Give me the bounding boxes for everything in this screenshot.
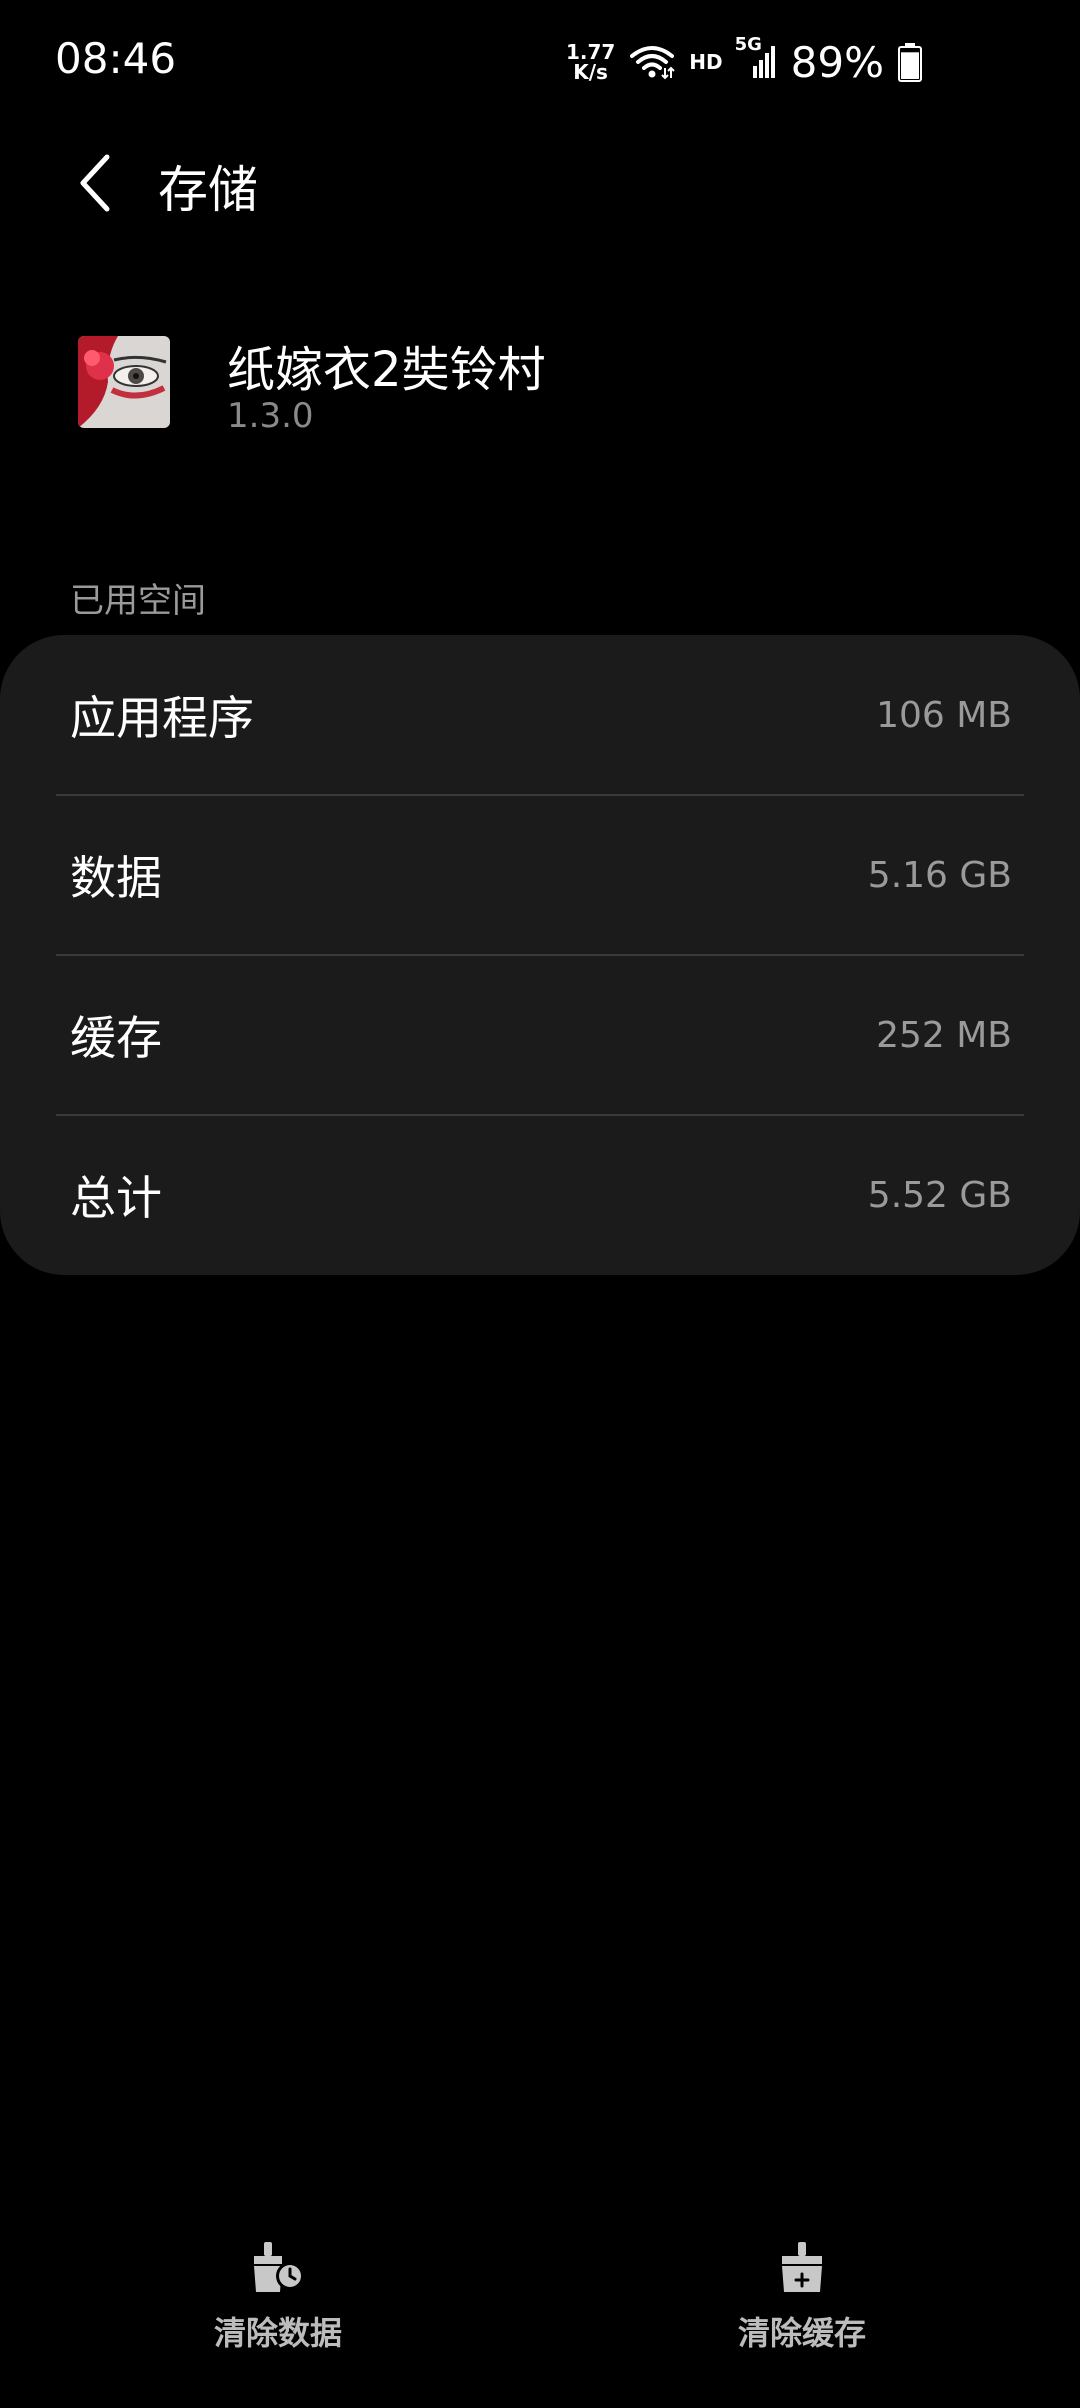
app-version: 1.3.0 (227, 396, 314, 436)
storage-row-value: 5.16 GB (867, 854, 1012, 896)
app-name: 纸嫁衣2奘铃村 (227, 342, 546, 398)
storage-row-data: 数据 5.16 GB (0, 795, 1080, 955)
storage-row-label: 总计 (70, 1171, 162, 1225)
status-time: 08:46 (55, 34, 177, 83)
broom-clock-icon (254, 2242, 304, 2292)
storage-row-label: 缓存 (70, 1011, 162, 1065)
clear-data-label: 清除数据 (213, 2314, 342, 2352)
clear-cache-label: 清除缓存 (737, 2314, 866, 2352)
app-icon (78, 336, 170, 428)
storage-row-value: 5.52 GB (867, 1174, 1012, 1216)
status-bar: 08:46 1.77 K/s HD 5G 89% (0, 0, 1080, 120)
bottom-action-bar: 清除数据 清除缓存 (0, 2240, 1080, 2400)
storage-row-cache: 缓存 252 MB (0, 955, 1080, 1115)
network-speed-unit: K/s (573, 60, 608, 84)
back-button[interactable] (60, 148, 130, 218)
storage-row-label: 数据 (70, 851, 162, 905)
network-speed: 1.77 K/s (566, 42, 615, 82)
storage-row-total: 总计 5.52 GB (0, 1115, 1080, 1275)
clear-data-button[interactable]: 清除数据 (128, 2240, 428, 2390)
app-bar: 存储 (0, 130, 1080, 240)
hd-label: HD (689, 50, 723, 74)
storage-row-value: 106 MB (876, 694, 1012, 736)
network-type-label: 5G (734, 34, 762, 55)
wifi-icon (629, 44, 676, 80)
battery-icon (898, 42, 922, 82)
app-header: 纸嫁衣2奘铃村 1.3.0 (0, 320, 1080, 460)
storage-card: 应用程序 106 MB 数据 5.16 GB 缓存 252 MB 总计 5.52… (0, 635, 1080, 1275)
used-space-section-label: 已用空间 (70, 581, 206, 621)
battery-percent: 89% (790, 37, 884, 87)
storage-row-app: 应用程序 106 MB (0, 635, 1080, 795)
clear-cache-button[interactable]: 清除缓存 (652, 2240, 952, 2390)
broom-plus-icon (782, 2242, 822, 2292)
storage-row-label: 应用程序 (70, 691, 254, 745)
chevron-left-icon (80, 154, 110, 212)
signal-icon: 5G (735, 34, 777, 82)
status-icons: 1.77 K/s HD 5G 89% (566, 32, 922, 92)
storage-row-value: 252 MB (876, 1014, 1012, 1056)
network-speed-value: 1.77 (565, 40, 616, 64)
page-title: 存储 (158, 161, 258, 219)
